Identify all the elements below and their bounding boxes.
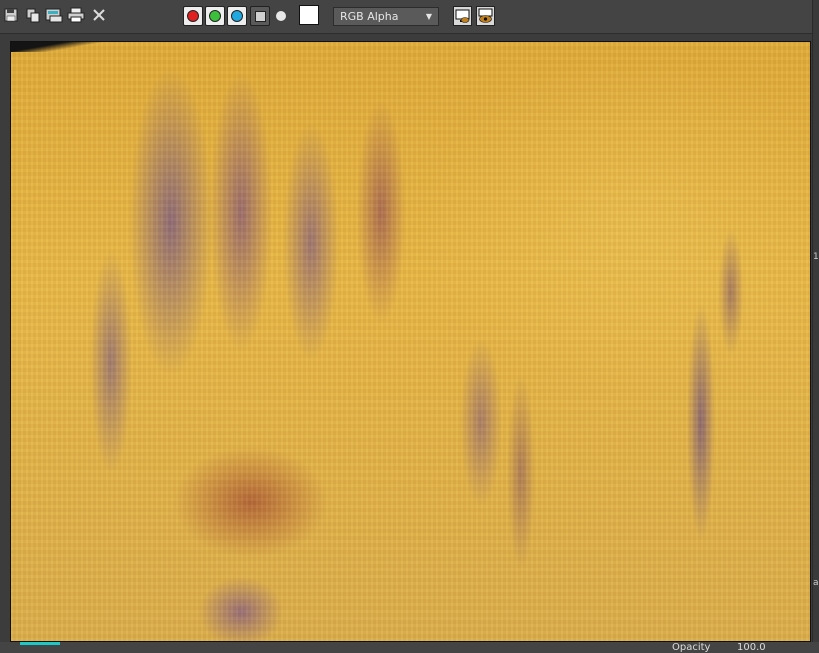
toggle-ui-overlay-button[interactable] bbox=[453, 6, 472, 26]
side-mark-1: 1 bbox=[813, 252, 819, 262]
copy-icon bbox=[45, 8, 63, 23]
channel-select-value: RGB Alpha bbox=[340, 10, 399, 23]
monochrome-toggle[interactable] bbox=[276, 11, 286, 21]
clone-icon bbox=[26, 8, 40, 23]
blue-channel-toggle[interactable] bbox=[227, 6, 247, 26]
blue-dot-icon bbox=[231, 10, 243, 22]
alpha-channel-toggle[interactable] bbox=[250, 6, 270, 26]
opacity-label: Opacity bbox=[672, 642, 711, 653]
frame-buffer-toolbar: RGB Alpha ▼ bbox=[0, 0, 819, 33]
alpha-square-icon bbox=[254, 10, 266, 22]
green-dot-icon bbox=[209, 10, 221, 22]
right-side-panel bbox=[812, 0, 819, 651]
print-icon bbox=[67, 7, 85, 23]
display-channel-select[interactable]: RGB Alpha ▼ bbox=[333, 7, 439, 26]
red-dot-icon bbox=[187, 10, 199, 22]
clear-image-button[interactable] bbox=[90, 6, 108, 24]
monitor-icon bbox=[455, 9, 470, 23]
image-corner-shadow bbox=[11, 42, 111, 52]
side-mark-2: a bbox=[813, 578, 819, 588]
save-icon bbox=[4, 8, 18, 22]
print-image-button[interactable] bbox=[67, 6, 85, 24]
eye-region-icon bbox=[478, 8, 493, 23]
bottom-accent-line bbox=[20, 642, 60, 645]
track-region-button[interactable] bbox=[476, 6, 495, 26]
save-image-button[interactable] bbox=[2, 6, 20, 24]
chevron-down-icon: ▼ bbox=[425, 12, 432, 21]
image-texture bbox=[11, 42, 810, 641]
close-icon bbox=[93, 9, 105, 21]
color-swatch[interactable] bbox=[299, 5, 319, 25]
green-channel-toggle[interactable] bbox=[205, 6, 225, 26]
opacity-input[interactable]: 100.0 bbox=[737, 642, 777, 653]
red-channel-toggle[interactable] bbox=[183, 6, 203, 26]
rendered-image[interactable] bbox=[11, 42, 810, 641]
copy-image-button[interactable] bbox=[45, 6, 63, 24]
clone-frame-button[interactable] bbox=[24, 6, 42, 24]
